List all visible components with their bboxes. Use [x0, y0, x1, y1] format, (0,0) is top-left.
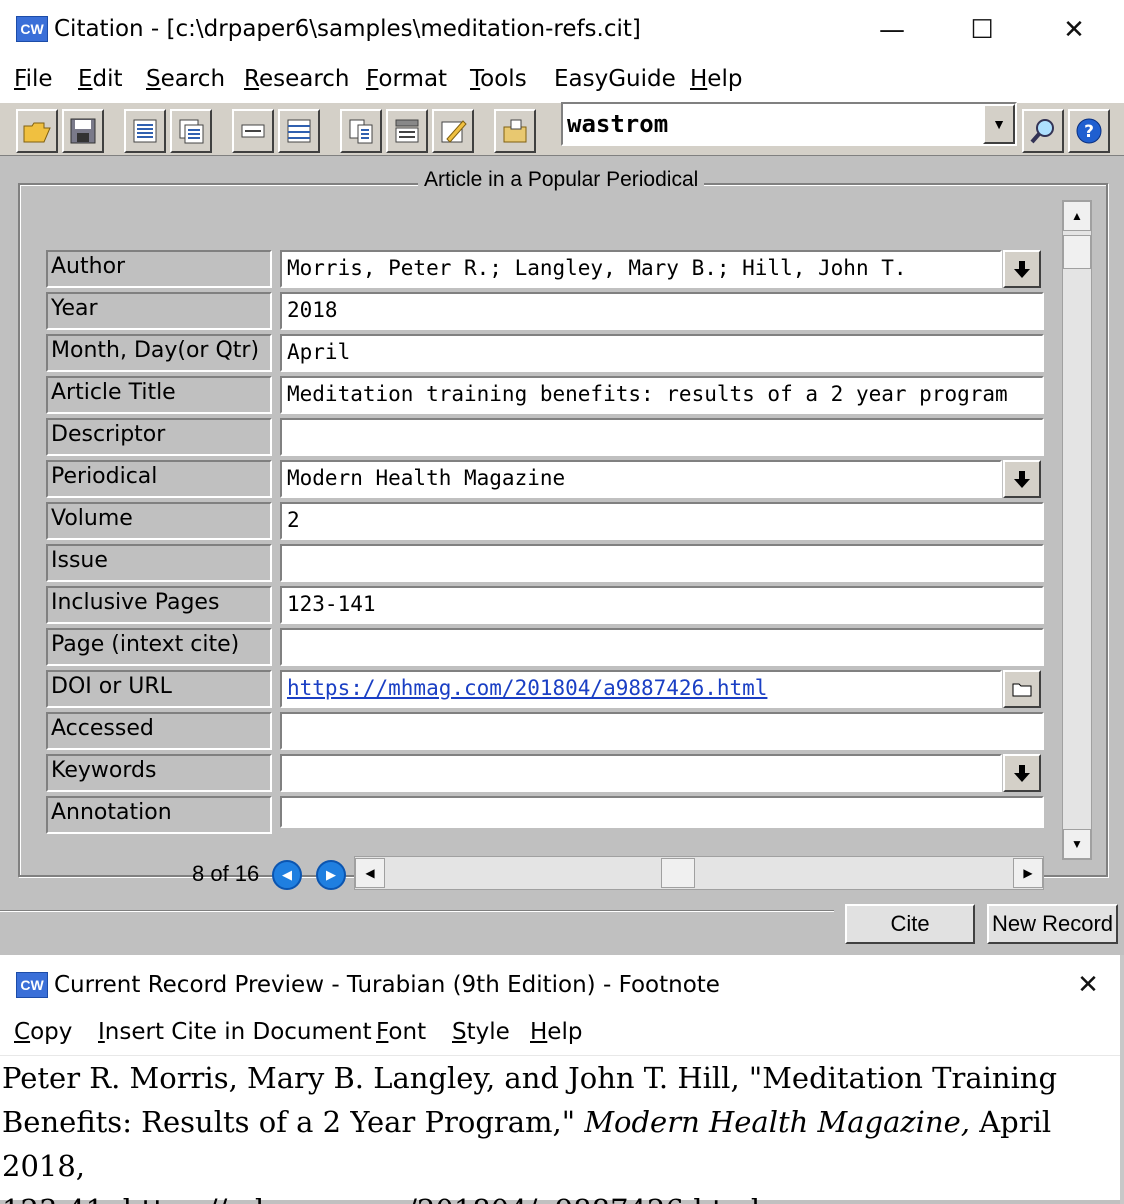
preview-menu-insert-cite[interactable]: Insert Cite in Document: [98, 1019, 372, 1045]
label-year: Year: [46, 292, 272, 330]
label-article-title: Article Title: [46, 376, 272, 414]
svg-text:?: ?: [1084, 122, 1094, 142]
hscroll-thumb[interactable]: [661, 858, 695, 888]
record-position: 8 of 16: [192, 861, 260, 886]
label-annotation: Annotation: [46, 796, 272, 834]
preview-app-icon: CW: [16, 972, 48, 998]
field-month-day-or-qtr[interactable]: April: [280, 334, 1044, 372]
preview-menu-help[interactable]: Help: [530, 1019, 582, 1045]
dropdown-arrow-icon[interactable]: [1003, 754, 1041, 792]
menu-help[interactable]: Help: [690, 66, 742, 92]
label-page-intext-cite: Page (intext cite): [46, 628, 272, 666]
scroll-right-icon[interactable]: ▶: [1013, 858, 1043, 888]
search-combobox[interactable]: wastrom ▼: [561, 102, 1017, 146]
periodical-italic: Modern Health Magazine,: [584, 1105, 970, 1139]
divider: [0, 910, 834, 912]
label-accessed: Accessed: [46, 712, 272, 750]
label-descriptor: Descriptor: [46, 418, 272, 456]
open-folder-icon[interactable]: [16, 109, 58, 153]
list-view-icon[interactable]: [124, 109, 166, 153]
single-line-icon[interactable]: [232, 109, 274, 153]
help-icon[interactable]: ?: [1068, 109, 1110, 153]
field-page-intext-cite[interactable]: [280, 628, 1044, 666]
menu-file[interactable]: File: [14, 66, 53, 92]
record-type-label: Article in a Popular Periodical: [418, 168, 705, 192]
title-bar: CW Citation - [c:\drpaper6\samples\medit…: [0, 0, 1124, 60]
preview-menu-style[interactable]: Style: [452, 1019, 510, 1045]
field-inclusive-pages[interactable]: 123-141: [280, 586, 1044, 624]
minimize-button[interactable]: —: [862, 4, 922, 56]
citation-line-1: Peter R. Morris, Mary B. Langley, and Jo…: [2, 1061, 1058, 1095]
menu-edit[interactable]: Edit: [78, 66, 123, 92]
field-issue[interactable]: [280, 544, 1044, 582]
field-annotation[interactable]: [280, 796, 1044, 828]
menu-easyguide[interactable]: EasyGuide: [554, 66, 676, 92]
citation-preview: Peter R. Morris, Mary B. Langley, and Jo…: [0, 1055, 1120, 1204]
field-volume[interactable]: 2: [280, 502, 1044, 540]
menu-research[interactable]: Research: [244, 66, 350, 92]
maximize-button[interactable]: ☐: [952, 4, 1012, 56]
app-icon: CW: [16, 16, 48, 42]
citation-line-2: Benefits: Results of a 2 Year Program," …: [2, 1105, 1052, 1183]
field-year[interactable]: 2018: [280, 292, 1044, 330]
preview-title-bar: CW Current Record Preview - Turabian (9t…: [0, 955, 1124, 1017]
window-edge: [1120, 955, 1124, 1204]
preview-menu-copy[interactable]: Copy: [14, 1019, 72, 1045]
scroll-up-icon[interactable]: ▲: [1063, 201, 1091, 231]
menu-format[interactable]: Format: [366, 66, 447, 92]
preview-close-button[interactable]: ✕: [1058, 959, 1118, 1011]
field-keywords[interactable]: [280, 754, 1002, 792]
citation-line-3: 123-41, https://mhmag.com/201804/a988742…: [2, 1188, 1120, 1204]
search-icon[interactable]: [1022, 109, 1064, 153]
field-author[interactable]: Morris, Peter R.; Langley, Mary B.; Hill…: [280, 250, 1002, 288]
label-issue: Issue: [46, 544, 272, 582]
vertical-scrollbar[interactable]: ▲ ▼: [1062, 200, 1092, 860]
horizontal-scrollbar[interactable]: ◀ ▶: [354, 856, 1044, 890]
menu-bar: File Edit Search Research Format Tools E…: [0, 60, 1124, 102]
label-month-day-or-qtr: Month, Day(or Qtr): [46, 334, 272, 372]
menu-tools[interactable]: Tools: [470, 66, 527, 92]
field-doi-or-url[interactable]: https://mhmag.com/201804/a9887426.html: [280, 670, 1002, 708]
search-input[interactable]: wastrom: [567, 110, 668, 138]
field-accessed[interactable]: [280, 712, 1044, 750]
open-folder-icon[interactable]: [1003, 670, 1041, 708]
preview-menu-bar: Copy Insert Cite in Document Font Style …: [0, 1017, 1124, 1055]
dropdown-arrow-icon[interactable]: [1003, 460, 1041, 498]
cite-button[interactable]: Cite: [845, 904, 975, 944]
label-doi-or-url: DOI or URL: [46, 670, 272, 708]
field-descriptor[interactable]: [280, 418, 1044, 456]
scroll-left-icon[interactable]: ◀: [355, 858, 385, 888]
new-record-button[interactable]: New Record: [987, 904, 1118, 944]
menu-search[interactable]: Search: [146, 66, 225, 92]
chevron-down-icon[interactable]: ▼: [983, 104, 1015, 144]
next-record-icon[interactable]: ▶: [316, 860, 346, 890]
preview-title: Current Record Preview - Turabian (9th E…: [54, 972, 720, 998]
field-article-title[interactable]: Meditation training benefits: results of…: [280, 376, 1044, 414]
label-inclusive-pages: Inclusive Pages: [46, 586, 272, 624]
edit-icon[interactable]: [432, 109, 474, 153]
dropdown-arrow-icon[interactable]: [1003, 250, 1041, 288]
preview-menu-font[interactable]: Font: [376, 1019, 426, 1045]
window-title: Citation - [c:\drpaper6\samples\meditati…: [54, 16, 641, 42]
close-button[interactable]: ✕: [1044, 4, 1104, 56]
scroll-down-icon[interactable]: ▼: [1063, 829, 1091, 859]
copy-records-icon[interactable]: [340, 109, 382, 153]
field-periodical[interactable]: Modern Health Magazine: [280, 460, 1002, 498]
card-view-icon[interactable]: [170, 109, 212, 153]
label-author: Author: [46, 250, 272, 288]
scroll-thumb[interactable]: [1063, 235, 1091, 269]
table-icon[interactable]: [278, 109, 320, 153]
label-volume: Volume: [46, 502, 272, 540]
label-keywords: Keywords: [46, 754, 272, 792]
first-record-icon[interactable]: ◀: [272, 860, 302, 890]
format-icon[interactable]: [386, 109, 428, 153]
save-icon[interactable]: [62, 109, 104, 153]
import-icon[interactable]: [494, 109, 536, 153]
label-periodical: Periodical: [46, 460, 272, 498]
